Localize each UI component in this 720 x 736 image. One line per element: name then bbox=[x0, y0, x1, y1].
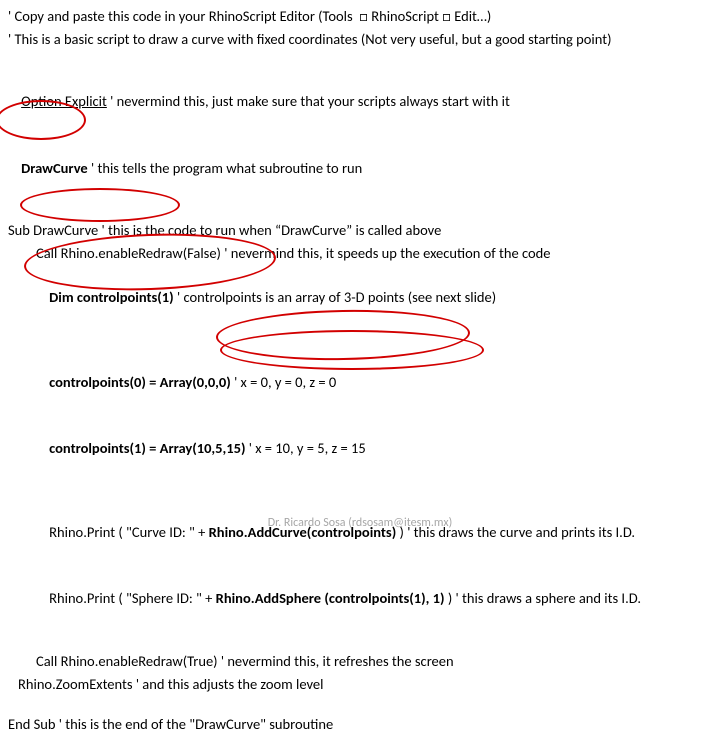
text-fragment: ' x = 0, y = 0, z = 0 bbox=[234, 373, 336, 391]
code-line: Sub DrawCurve ' this is the code to run … bbox=[8, 220, 712, 242]
text-fragment-bold: controlpoints(0) = Array(0,0,0) bbox=[49, 373, 234, 391]
text-fragment: ' this tells the program what subroutine… bbox=[91, 159, 362, 177]
text-fragment: ' x = 10, y = 5, z = 15 bbox=[249, 439, 366, 457]
code-line: ' Copy and paste this code in your Rhino… bbox=[8, 6, 712, 28]
text-fragment-bold: controlpoints(1) = Array(10,5,15) bbox=[49, 439, 249, 457]
footer-credit: Dr. Ricardo Sosa (rdsosam@itesm.mx) bbox=[0, 514, 720, 532]
text-fragment-bold: Dim controlpoints(1) bbox=[49, 288, 177, 306]
code-line: ' This is a basic script to draw a curve… bbox=[8, 29, 712, 51]
code-line: controlpoints(0) = Array(0,0,0) ' x = 0,… bbox=[8, 350, 712, 415]
code-line: Rhino.Print ( "Curve ID: " + Rhino.AddCu… bbox=[8, 500, 712, 565]
code-line: Dim controlpoints(1) ' controlpoints is … bbox=[8, 266, 712, 331]
code-line: Rhino.ZoomExtents ' and this adjusts the… bbox=[8, 674, 712, 696]
code-line: Call Rhino.enableRedraw(True) ' nevermin… bbox=[8, 651, 712, 673]
text-fragment: ' nevermind this, just make sure that yo… bbox=[107, 92, 510, 110]
text-fragment: ' controlpoints is an array of 3-D point… bbox=[177, 288, 496, 306]
code-line: Option Explicit ' nevermind this, just m… bbox=[8, 70, 712, 135]
code-line: DrawCurve ' this tells the program what … bbox=[8, 136, 712, 201]
code-line: End Sub ' this is the end of the "DrawCu… bbox=[8, 714, 712, 736]
code-line: Rhino.Print ( "Sphere ID: " + Rhino.AddS… bbox=[8, 567, 712, 632]
text-fragment: Rhino.Print ( "Sphere ID: " + bbox=[49, 589, 216, 607]
code-line: controlpoints(1) = Array(10,5,15) ' x = … bbox=[8, 416, 712, 481]
text-fragment-bold: Rhino.AddSphere (controlpoints(1), 1) bbox=[216, 589, 448, 607]
code-line: Call Rhino.enableRedraw(False) ' nevermi… bbox=[8, 243, 712, 265]
text-fragment-bold: DrawCurve bbox=[21, 159, 91, 177]
slide: ' Copy and paste this code in your Rhino… bbox=[0, 0, 720, 540]
text-fragment: ) ' this draws a sphere and its I.D. bbox=[448, 589, 641, 607]
text-fragment: Option Explicit bbox=[21, 92, 107, 110]
